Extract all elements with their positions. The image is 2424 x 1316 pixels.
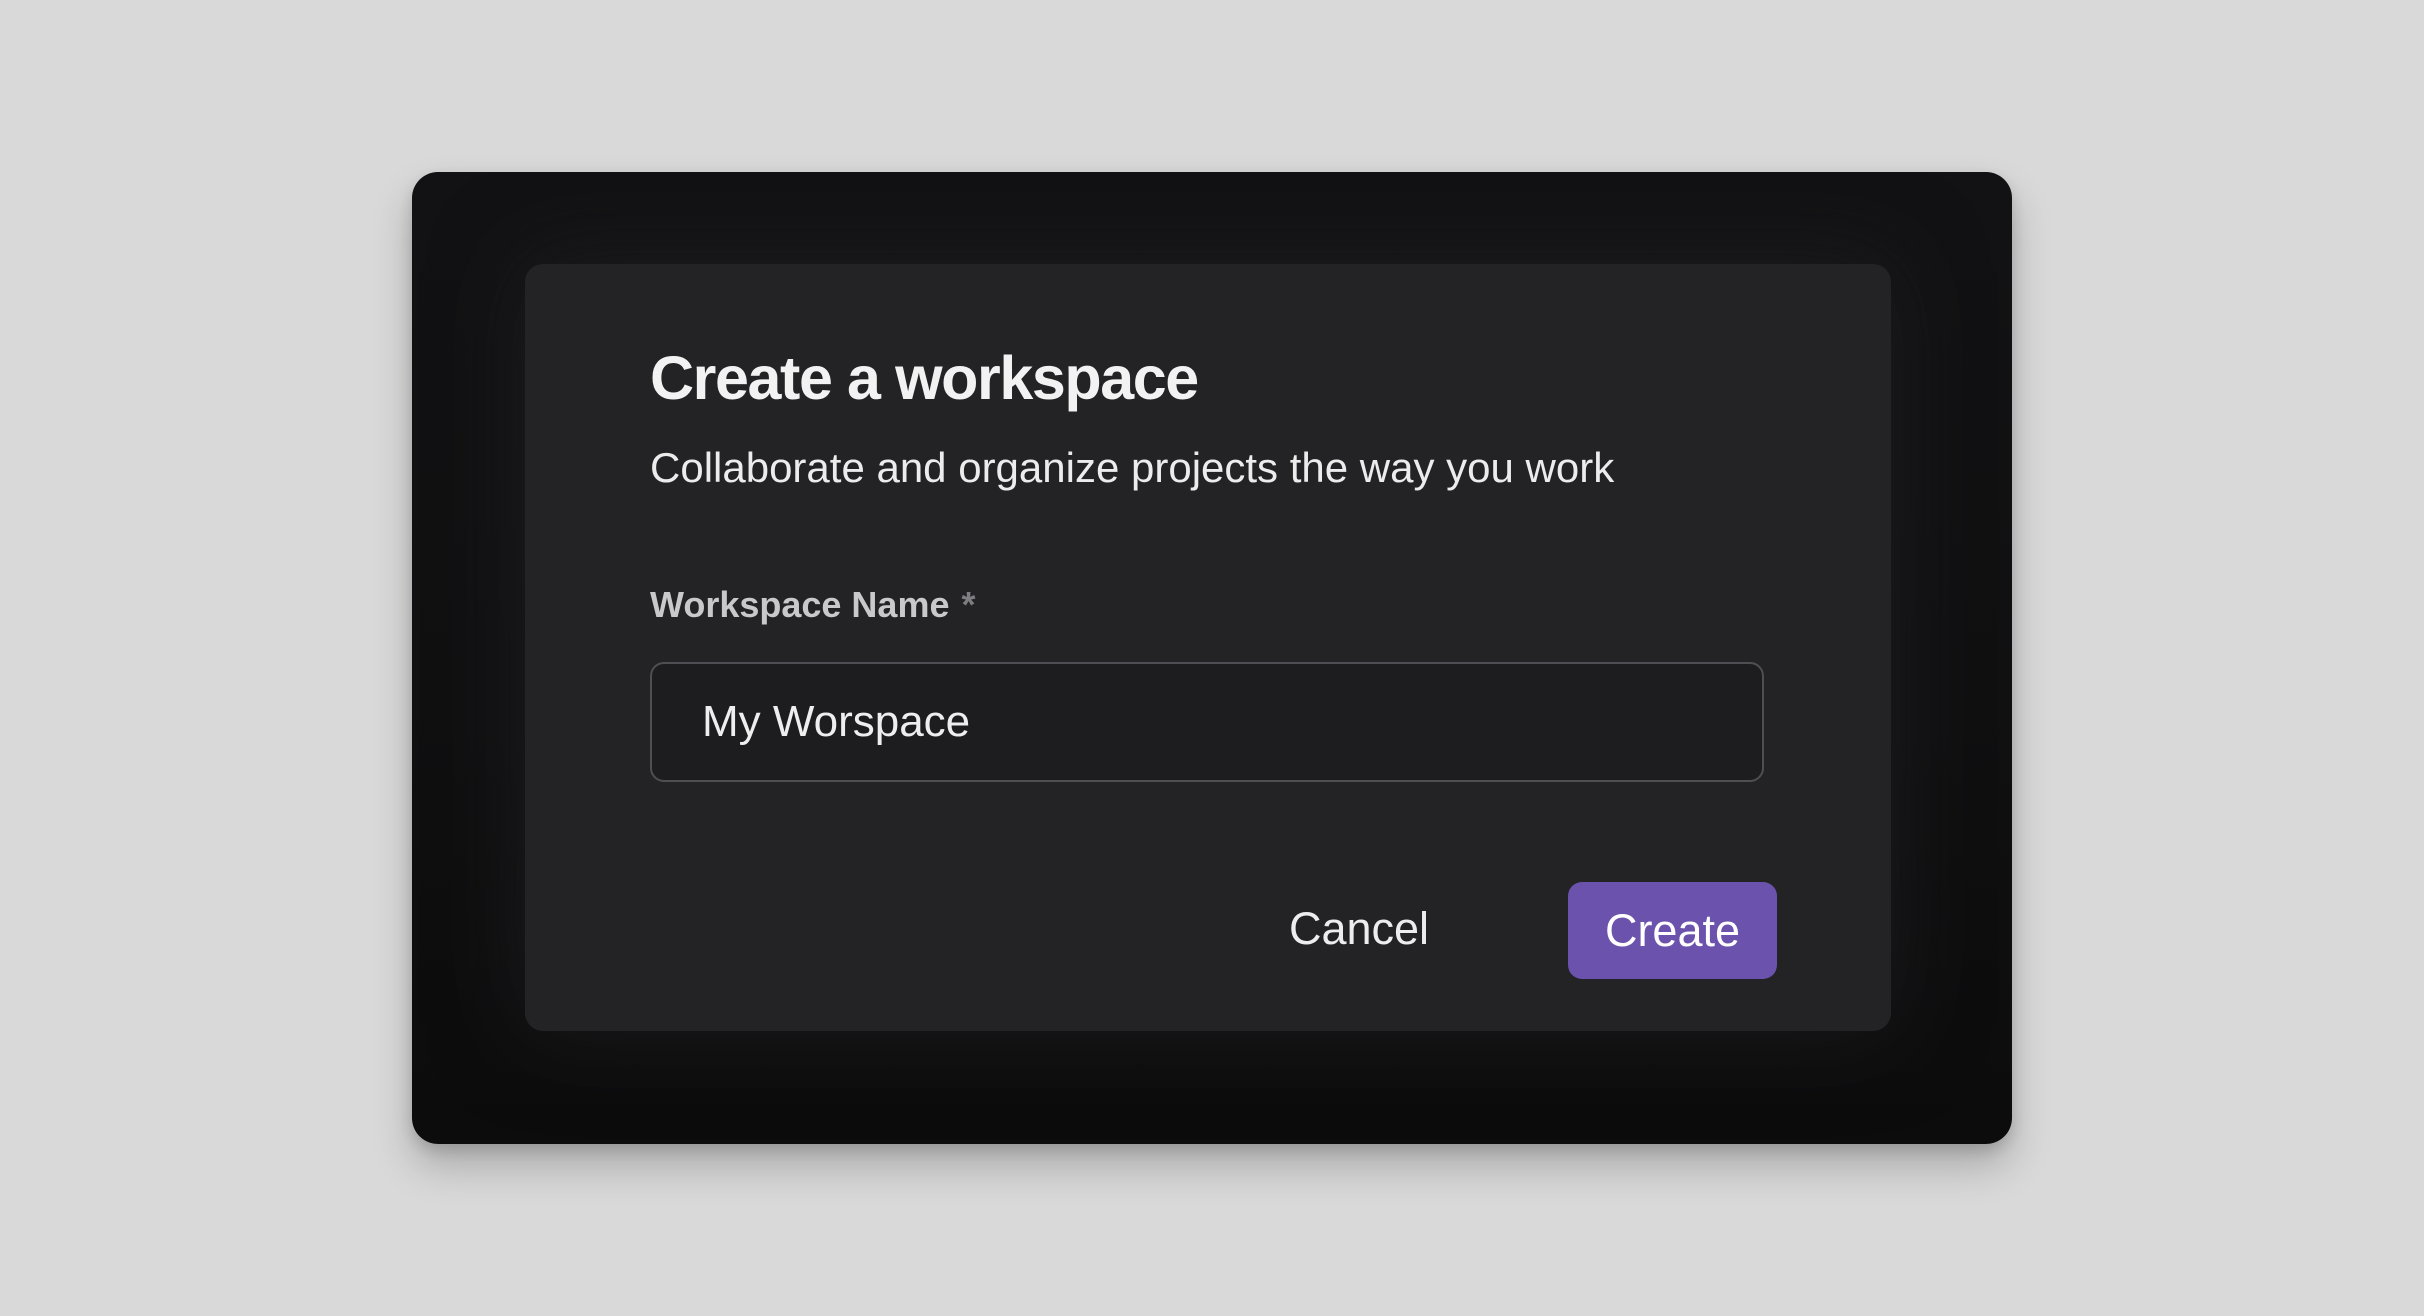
workspace-name-label-text: Workspace Name (650, 584, 950, 625)
create-button[interactable]: Create (1568, 882, 1777, 979)
create-workspace-dialog: Create a workspace Collaborate and organ… (525, 264, 1891, 1031)
cancel-button[interactable]: Cancel (1284, 881, 1434, 977)
workspace-name-input[interactable] (650, 662, 1764, 782)
dialog-title: Create a workspace (650, 344, 1199, 412)
required-marker: * (961, 584, 976, 625)
workspace-name-label: Workspace Name * (650, 583, 976, 627)
dialog-subtitle: Collaborate and organize projects the wa… (650, 444, 1615, 491)
app-window: Create a workspace Collaborate and organ… (412, 172, 2012, 1144)
